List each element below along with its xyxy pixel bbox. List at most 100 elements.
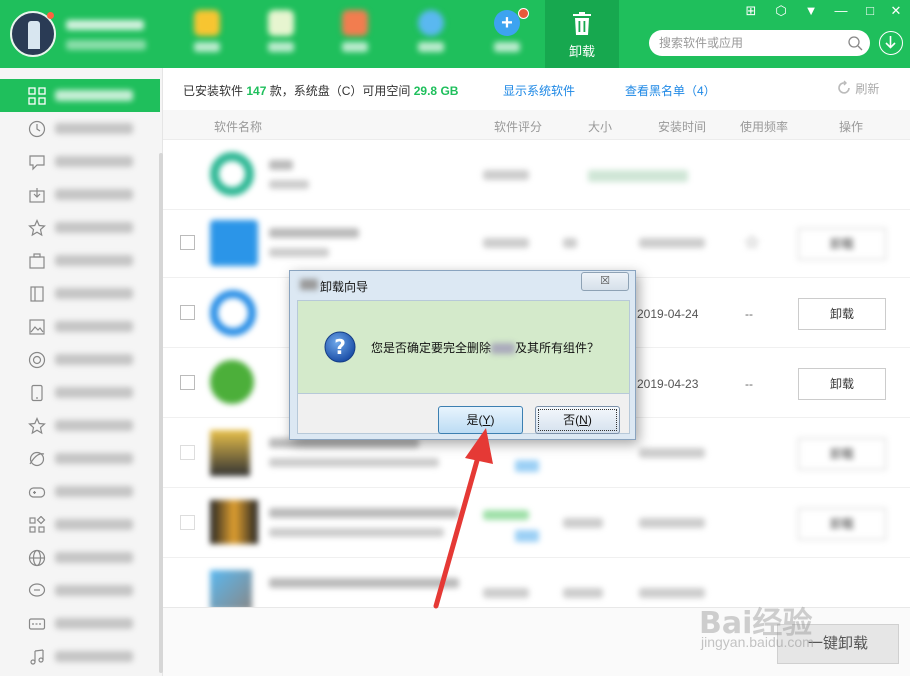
col-action: 操作 (839, 120, 864, 134)
dialog-app-icon (300, 279, 318, 290)
col-name[interactable]: 软件名称 (214, 118, 262, 135)
sidebar-item-reading[interactable] (0, 277, 160, 310)
sidebar-item-browser[interactable] (0, 442, 160, 475)
sidebar-item-recent[interactable] (0, 112, 160, 145)
phone-icon (31, 384, 43, 402)
sidebar-item-phone[interactable] (0, 376, 160, 409)
film-app-icon (210, 500, 258, 548)
col-rating[interactable]: 软件评分 (494, 118, 542, 135)
maximize-icon[interactable]: □ (859, 2, 881, 20)
search-box[interactable] (649, 30, 870, 56)
col-size[interactable]: 大小 (588, 118, 612, 135)
menu-icon[interactable]: ▼ (800, 2, 822, 20)
nav-tab-2[interactable] (244, 0, 318, 68)
tab-uninstall[interactable]: 卸载 (545, 0, 619, 68)
sidebar-item-favorite[interactable] (0, 211, 160, 244)
sidebar-item-game[interactable] (0, 475, 160, 508)
message-icon (28, 583, 46, 597)
row-checkbox[interactable] (180, 305, 195, 320)
search-icon[interactable] (847, 35, 863, 51)
uninstall-button[interactable]: 卸载 (798, 298, 886, 330)
sidebar-item-network[interactable] (0, 541, 160, 574)
sidebar-item-security[interactable] (0, 343, 160, 376)
briefcase-icon (29, 253, 45, 269)
dialog-close-button[interactable]: ☒ (581, 272, 629, 291)
nav-tab-1[interactable] (170, 0, 244, 68)
sidebar-item-all[interactable] (0, 79, 160, 112)
image-icon (29, 319, 45, 335)
target-app-icon (210, 290, 258, 338)
row-checkbox[interactable] (180, 375, 195, 390)
table-row: 卸载 (163, 208, 910, 278)
trash-icon (569, 12, 595, 36)
sidebar-item-office[interactable] (0, 244, 160, 277)
dialog-footer: 是(Y) 否(N) (297, 394, 630, 434)
nav-tab-5[interactable]: + (470, 0, 544, 68)
grid-icon[interactable]: ⊞ (740, 2, 762, 20)
sidebar-item-chat[interactable] (0, 145, 160, 178)
summary-middle: 款，系统盘（C）可用空间 (269, 84, 411, 98)
minimize-icon[interactable]: — (830, 2, 852, 20)
star-icon (28, 219, 46, 237)
sidebar-item-input[interactable] (0, 607, 160, 640)
user-status-text (66, 40, 146, 50)
download-icon[interactable] (879, 31, 903, 55)
summary-prefix: 已安装软件 (183, 84, 244, 98)
table-header: 软件名称 软件评分 大小 安装时间 使用频率 操作 (163, 110, 910, 140)
star-icon (745, 235, 759, 249)
nav-icon-1 (194, 10, 220, 36)
install-date: 2019-04-23 (637, 377, 699, 391)
search-input[interactable] (659, 34, 839, 52)
folder-app-icon (210, 220, 258, 268)
installed-count: 147 (246, 84, 267, 98)
show-system-software-link[interactable]: 显示系统软件 (503, 82, 575, 99)
nav-tab-4[interactable] (394, 0, 468, 68)
free-space: 29.8 GB (413, 84, 459, 98)
message-before: 您是否确定要完全删除 (371, 341, 492, 355)
table-row: 卸载 (163, 488, 910, 558)
sidebar (0, 68, 163, 676)
music-icon (30, 649, 44, 665)
uninstall-button[interactable]: 卸载 (798, 368, 886, 400)
sidebar-item-image[interactable] (0, 310, 160, 343)
install-date: 2019-04-24 (637, 307, 699, 321)
sidebar-item-download[interactable] (0, 178, 160, 211)
sidebar-item-social[interactable] (0, 574, 160, 607)
top-header: + 卸载 ⊞ ⬡ ▼ — □ ✕ (0, 0, 910, 68)
redacted-app-name (491, 343, 516, 355)
question-icon: ? (324, 331, 356, 363)
apps-icon (29, 516, 46, 533)
uninstall-button[interactable]: 卸载 (798, 438, 886, 470)
no-button[interactable]: 否(N) (535, 406, 620, 434)
plus-icon: + (494, 10, 520, 36)
uninstall-wizard-dialog: 卸载向导 ☒ ? 您是否确定要完全删除 及其所有组件？ 是(Y) 否(N) (289, 270, 636, 440)
row-checkbox[interactable] (180, 445, 195, 460)
sidebar-item-star[interactable] (0, 409, 160, 442)
svg-text:?: ? (334, 335, 346, 359)
clock-icon (28, 120, 46, 138)
refresh-icon (838, 80, 850, 94)
badge-dot (518, 8, 529, 19)
gamepad-icon (28, 487, 46, 498)
view-blacklist-link[interactable]: 查看黑名单（4） (625, 82, 716, 99)
sidebar-item-apps[interactable] (0, 508, 160, 541)
info-bar: 已安装软件 147 款，系统盘（C）可用空间 29.8 GB 显示系统软件 查看… (163, 68, 910, 110)
dialog-title: 卸载向导 (320, 280, 369, 294)
refresh-button[interactable]: 刷新 (836, 80, 879, 97)
nav-tab-3[interactable] (318, 0, 392, 68)
uninstall-button[interactable]: 卸载 (798, 508, 886, 540)
nav-icon-2 (268, 10, 294, 36)
yes-button[interactable]: 是(Y) (438, 406, 523, 434)
row-checkbox[interactable] (180, 515, 195, 530)
refresh-label: 刷新 (855, 82, 880, 96)
skin-icon[interactable]: ⬡ (770, 2, 792, 20)
row-checkbox[interactable] (180, 235, 195, 250)
col-frequency[interactable]: 使用频率 (740, 118, 788, 135)
sidebar-item-music[interactable] (0, 640, 160, 673)
col-install-time[interactable]: 安装时间 (658, 118, 706, 135)
one-click-uninstall-button[interactable]: 一键卸载 (777, 624, 899, 664)
nav-icon-4 (418, 10, 444, 36)
close-icon[interactable]: ✕ (885, 2, 907, 20)
circle-app-icon (210, 152, 258, 200)
uninstall-button[interactable]: 卸载 (798, 228, 886, 260)
